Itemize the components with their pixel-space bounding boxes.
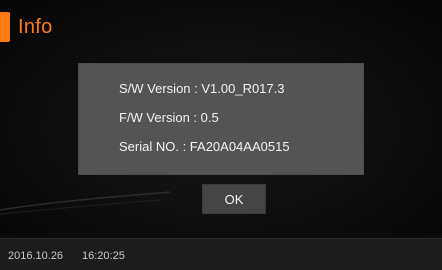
status-date: 2016.10.26: [8, 250, 64, 262]
title-accent-bar: [0, 12, 10, 42]
title-bar: Info: [0, 0, 442, 46]
ok-button[interactable]: OK: [202, 184, 266, 214]
status-bar: 2016.10.26 16:20:25: [0, 238, 442, 270]
status-time: 16:20:25: [82, 250, 125, 262]
sw-version-text: S/W Version : V1.00_R017.3: [119, 81, 285, 96]
decorative-swoosh: [0, 191, 170, 215]
serial-number-text: Serial NO. : FA20A04AA0515: [119, 139, 290, 154]
device-screen: Info S/W Version : V1.00_R017.3 F/W Vers…: [0, 0, 442, 270]
fw-version-text: F/W Version : 0.5: [119, 110, 219, 125]
page-title: Info: [18, 16, 53, 38]
info-dialog: S/W Version : V1.00_R017.3 F/W Version :…: [79, 64, 363, 174]
